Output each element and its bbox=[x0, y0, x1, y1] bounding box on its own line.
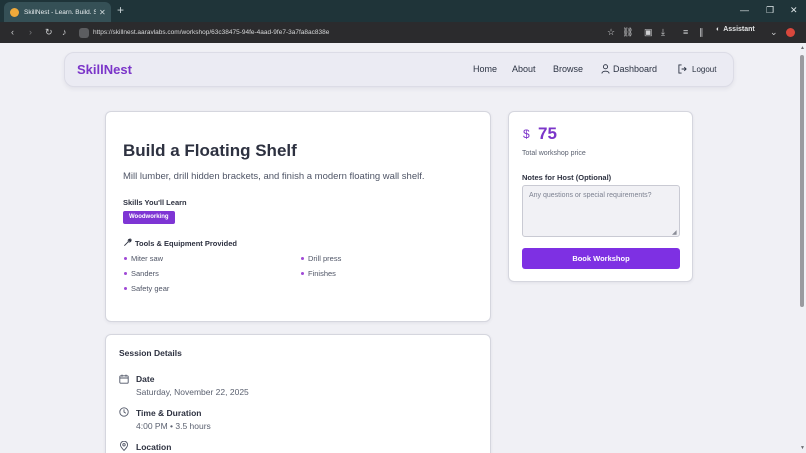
tool-item: Drill press bbox=[301, 254, 341, 263]
back-icon[interactable]: ‹ bbox=[11, 26, 14, 38]
time-value: 4:00 PM • 3.5 hours bbox=[136, 421, 211, 431]
tool-item: Finishes bbox=[301, 269, 336, 278]
assistant-button[interactable]: ◐ Assistant bbox=[716, 26, 755, 33]
session-heading: Session Details bbox=[119, 348, 182, 358]
tool-label: Finishes bbox=[308, 269, 336, 278]
workshop-description: Mill lumber, drill hidden brackets, and … bbox=[123, 171, 425, 182]
download-icon[interactable]: ⤓ bbox=[661, 26, 665, 38]
workshop-title: Build a Floating Shelf bbox=[123, 141, 297, 160]
bullet-icon bbox=[301, 272, 304, 275]
skills-heading: Skills You'll Learn bbox=[123, 198, 187, 207]
notes-label: Notes for Host (Optional) bbox=[522, 173, 612, 182]
browser-toolbar: ‹ › ↻ ♪ https://skillnest.aaravlabs.com/… bbox=[0, 22, 806, 43]
menu-lines-icon[interactable]: ≡ bbox=[683, 26, 688, 38]
logout-link[interactable]: Logout bbox=[692, 65, 716, 74]
clock-icon bbox=[119, 407, 129, 417]
brand-logo[interactable]: SkillNest bbox=[77, 62, 132, 77]
logout-icon bbox=[678, 64, 687, 74]
skill-badge: Woodworking bbox=[123, 211, 175, 224]
nav-about[interactable]: About bbox=[512, 64, 536, 74]
extensions-icon[interactable]: ▣ bbox=[644, 26, 653, 38]
tools-heading: Tools & Equipment Provided bbox=[135, 239, 237, 248]
new-tab-icon[interactable]: + bbox=[117, 3, 124, 17]
chevron-down-icon[interactable]: ⌄ bbox=[770, 26, 778, 38]
wrench-icon bbox=[124, 238, 132, 246]
assistant-label: Assistant bbox=[723, 26, 755, 33]
nav-dashboard[interactable]: Dashboard bbox=[613, 64, 657, 74]
forward-icon[interactable]: › bbox=[29, 26, 32, 38]
tab-close-icon[interactable]: ✕ bbox=[99, 8, 106, 17]
workshop-card: Build a Floating Shelf Mill lumber, dril… bbox=[105, 111, 491, 322]
location-pin-icon bbox=[119, 441, 129, 451]
minimize-icon[interactable]: — bbox=[740, 3, 749, 17]
assistant-icon: ◐ bbox=[716, 26, 721, 33]
page-viewport: SkillNest Home About Browse Dashboard Lo… bbox=[0, 43, 806, 453]
tool-item: Sanders bbox=[124, 269, 159, 278]
share-link-icon[interactable]: ⛓ bbox=[622, 26, 633, 38]
date-value: Saturday, November 22, 2025 bbox=[136, 387, 249, 397]
calendar-icon bbox=[119, 374, 129, 384]
price-label: Total workshop price bbox=[522, 150, 586, 157]
tool-item: Miter saw bbox=[124, 254, 163, 263]
session-details-card: Session Details Date Saturday, November … bbox=[105, 334, 491, 453]
notes-textarea[interactable] bbox=[522, 185, 680, 237]
bullet-icon bbox=[124, 287, 127, 290]
reload-icon[interactable]: ↻ bbox=[45, 26, 53, 38]
tab-title: SkillNest - Learn. Build. Share. bbox=[24, 8, 96, 16]
page-scrollbar[interactable]: ▲ ▼ bbox=[798, 43, 806, 453]
book-workshop-button[interactable]: Book Workshop bbox=[522, 248, 680, 269]
site-navbar: SkillNest Home About Browse Dashboard Lo… bbox=[64, 52, 734, 87]
tool-label: Safety gear bbox=[131, 284, 170, 293]
nav-browse[interactable]: Browse bbox=[553, 64, 583, 74]
booking-card: $ 75 Total workshop price Notes for Host… bbox=[508, 111, 693, 282]
bullet-icon bbox=[301, 257, 304, 260]
window-close-icon[interactable]: ✕ bbox=[790, 3, 798, 17]
scroll-down-icon[interactable]: ▼ bbox=[800, 445, 805, 451]
bullet-icon bbox=[124, 272, 127, 275]
scroll-up-icon[interactable]: ▲ bbox=[800, 45, 805, 51]
currency-icon: $ bbox=[523, 127, 530, 141]
price-value: 75 bbox=[538, 124, 557, 143]
browser-tab[interactable]: SkillNest - Learn. Build. Share. ✕ bbox=[4, 2, 111, 22]
bookmark-star-icon[interactable]: ☆ bbox=[607, 26, 615, 38]
user-icon bbox=[601, 64, 610, 74]
tool-label: Sanders bbox=[131, 269, 159, 278]
profile-extension-icon[interactable] bbox=[786, 28, 795, 37]
date-label: Date bbox=[136, 374, 155, 384]
location-label: Location bbox=[136, 442, 172, 452]
tool-item: Safety gear bbox=[124, 284, 169, 293]
browser-tab-bar: SkillNest - Learn. Build. Share. ✕ + — ❐… bbox=[0, 0, 806, 22]
tool-label: Miter saw bbox=[131, 254, 164, 263]
favicon-icon bbox=[10, 7, 19, 17]
resize-handle-icon[interactable]: ◢ bbox=[672, 229, 677, 236]
audio-wave-icon[interactable]: ∥ bbox=[699, 26, 704, 38]
url-text[interactable]: https://skillnest.aaravlabs.com/workshop… bbox=[93, 29, 329, 36]
time-label: Time & Duration bbox=[136, 408, 202, 418]
scroll-thumb[interactable] bbox=[800, 55, 804, 307]
nav-home[interactable]: Home bbox=[473, 64, 497, 74]
tool-label: Drill press bbox=[308, 254, 342, 263]
bullet-icon bbox=[124, 257, 127, 260]
address-bar[interactable]: https://skillnest.aaravlabs.com/workshop… bbox=[79, 25, 599, 40]
restore-icon[interactable]: ❐ bbox=[766, 3, 774, 17]
microphone-icon[interactable]: ♪ bbox=[62, 26, 67, 38]
site-info-icon[interactable] bbox=[79, 27, 89, 38]
